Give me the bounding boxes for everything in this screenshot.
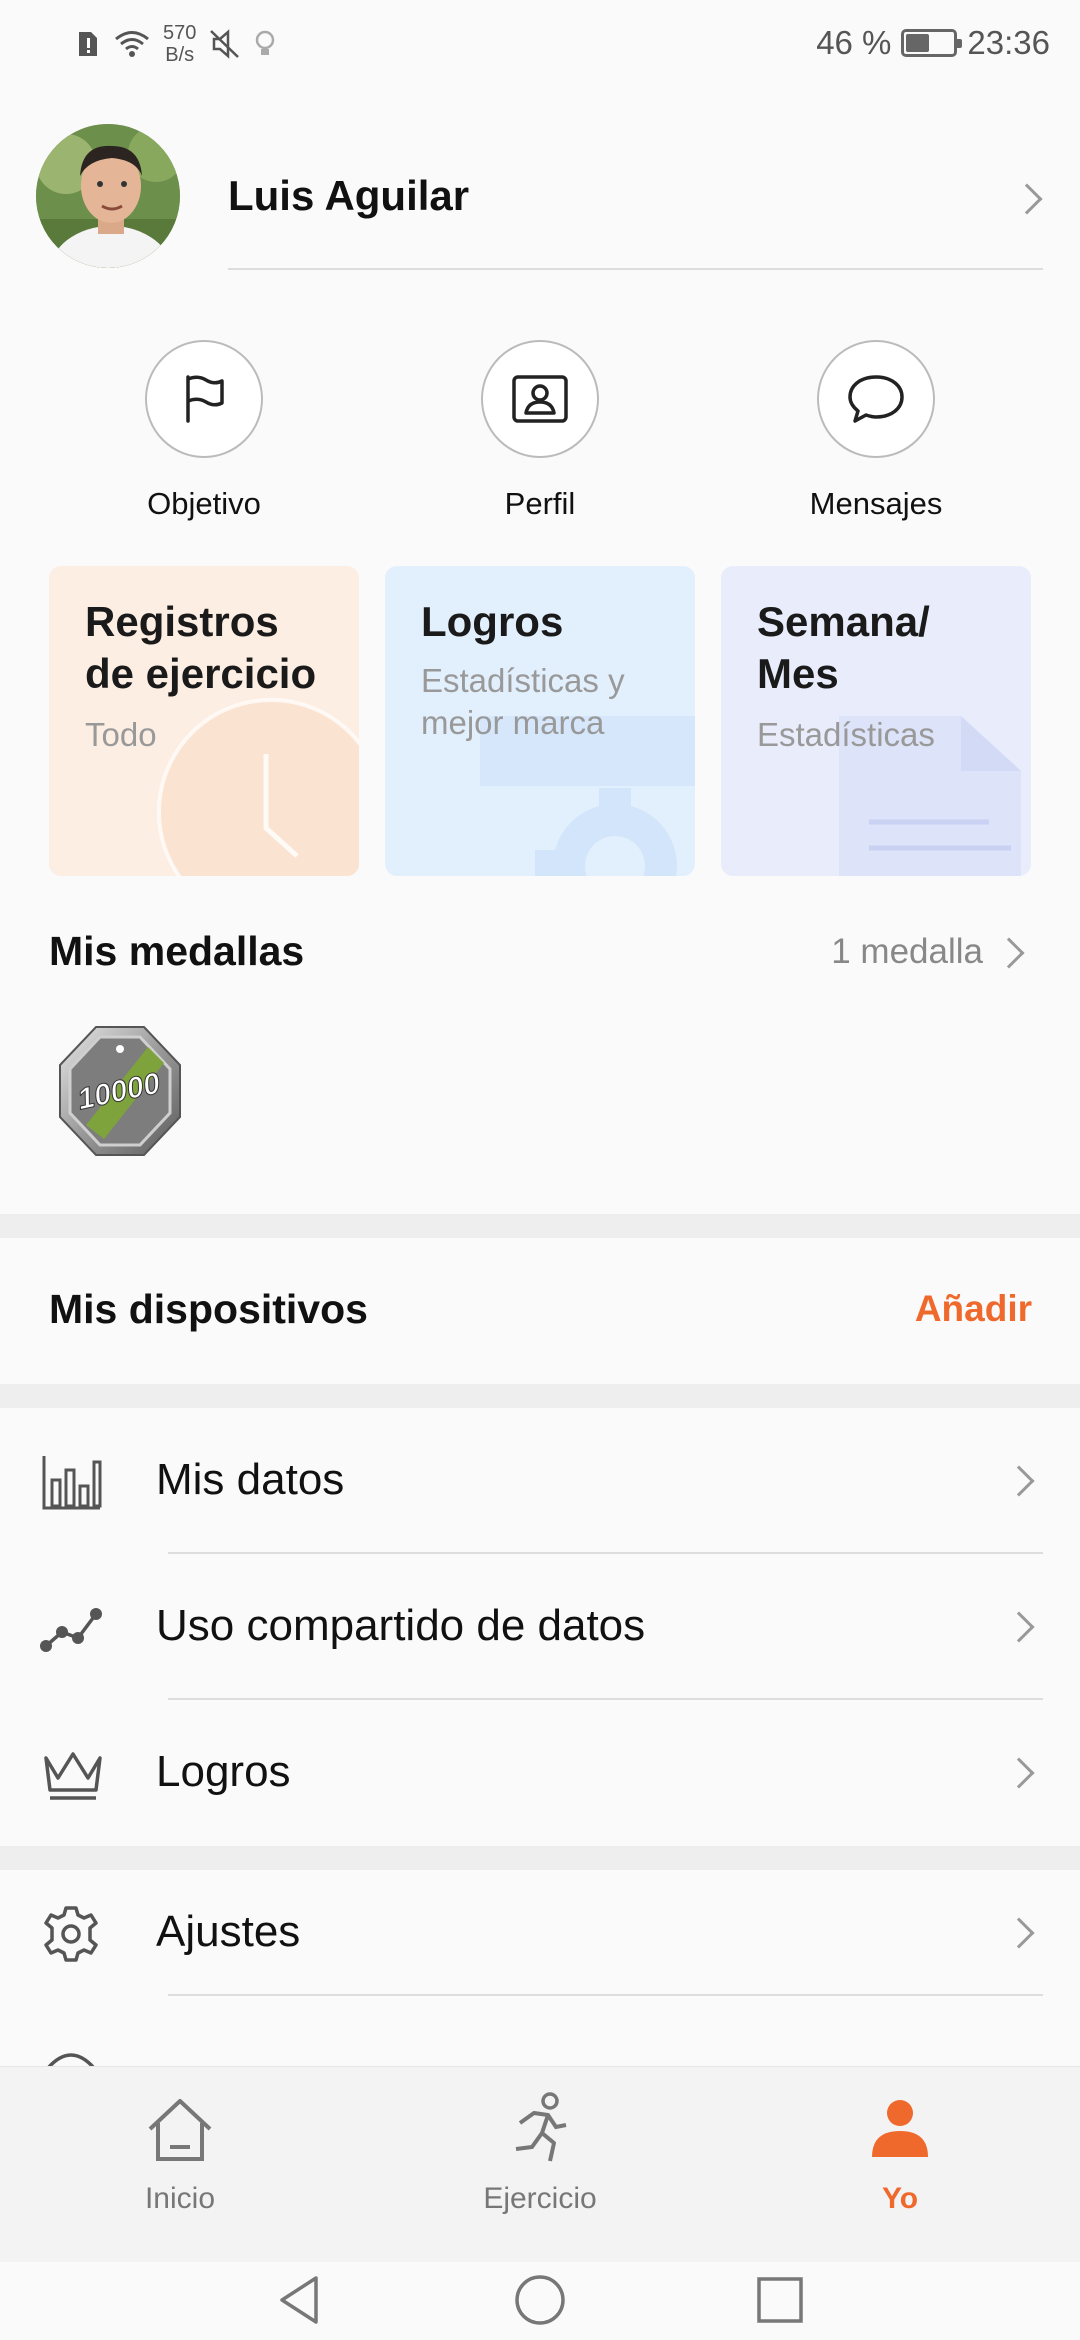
nav-tab-yo[interactable]: Yo [770,2089,1030,2216]
menu-item-ajustes[interactable]: Ajustes [0,1870,1080,2016]
menu-item-mis-datos[interactable]: Mis datos [0,1408,1080,1554]
chevron-right-icon [1003,1917,1035,1949]
home-icon [148,2099,212,2161]
system-nav-bar [0,2262,1080,2340]
back-icon[interactable] [270,2270,330,2330]
profile-name: Luis Aguilar [228,172,470,219]
menu-item-logros[interactable]: Logros [0,1700,1080,1846]
status-icons-right: 46 % 23:36 [816,24,1050,62]
menu-label: Mis datos [156,1455,345,1504]
add-device-button[interactable]: Añadir [915,1288,1032,1330]
share-graph-icon [40,1608,102,1652]
nav-tab-inicio[interactable]: Inicio [50,2089,310,2216]
quick-action-label: Objetivo [147,486,261,521]
nav-tab-ejercicio[interactable]: Ejercicio [410,2089,670,2216]
chevron-right-icon [1003,1465,1035,1497]
chevron-right-icon [1003,1757,1035,1789]
profile-row[interactable]: Luis Aguilar [0,120,1080,270]
quick-action-label: Perfil [504,486,576,521]
section-separator [0,1214,1080,1238]
person-icon [872,2100,928,2157]
network-speed: 570 B/s [163,22,196,66]
chevron-right-icon [1011,183,1043,215]
medal-count-link[interactable]: 1 medalla [831,932,983,972]
card-title-line: Registros [85,598,279,645]
quick-action-mensajes[interactable]: Mensajes [726,340,1026,522]
card-title: Registros de ejercicio [85,596,316,700]
card-subtitle: Estadísticas y mejor marca [421,660,625,744]
quick-action-perfil[interactable]: Perfil [390,340,690,522]
network-speed-unit: B/s [165,44,195,66]
card-achievements[interactable]: Logros Estadísticas y mejor marca [385,566,695,876]
card-title-line: Semana/ [757,598,930,645]
gear-icon [44,1906,98,1962]
profile-card-icon [512,375,568,423]
medals-title: Mis medallas [49,928,305,974]
running-icon [515,2092,567,2162]
home-circle-icon[interactable] [510,2270,570,2330]
menu-label: Ajustes [156,1907,301,1956]
section-separator [0,1846,1080,1870]
alert-icon [79,32,97,56]
card-title: Logros [421,598,564,645]
menu-label: Uso compartido de datos [156,1601,646,1650]
chevron-right-icon [1003,1611,1035,1643]
card-subtitle-line: mejor marca [421,704,605,741]
card-title-line: de ejercicio [85,650,317,697]
card-subtitle-line: Estadísticas y [421,662,625,699]
section-separator [0,1384,1080,1408]
bulb-icon [256,30,275,55]
avatar[interactable] [36,124,180,268]
clock: 23:36 [967,24,1050,61]
mute-icon [210,29,240,59]
quick-action-objetivo[interactable]: Objetivo [54,340,354,522]
battery-level [906,34,930,52]
devices-title: Mis dispositivos [49,1286,368,1332]
battery-percent: 46 % [816,24,892,61]
bar-chart-icon [42,1456,102,1510]
divider [168,1994,1043,1996]
card-week-month[interactable]: Semana/ Mes Estadísticas [721,566,1031,876]
flag-icon [186,375,224,423]
battery-icon [901,29,963,57]
status-icons-left: 570 B/s [75,22,276,66]
card-subtitle: Estadísticas [757,716,935,753]
divider [228,268,1043,270]
crown-icon [44,1752,102,1800]
card-title-line: Mes [757,650,839,697]
nav-label: Inicio [144,2182,216,2215]
wifi-icon [115,31,149,57]
card-exercise-records[interactable]: Registros de ejercicio Todo [49,566,359,876]
chevron-right-icon [993,937,1025,969]
card-subtitle: Todo [85,716,157,753]
network-speed-value: 570 [163,22,197,44]
card-title: Semana/ Mes [757,596,930,700]
nav-label: Yo [881,2182,919,2215]
bottom-nav: Inicio Ejercicio Yo [0,2066,1080,2262]
quick-action-label: Mensajes [809,486,943,521]
nav-label: Ejercicio [483,2182,597,2215]
recents-square-icon[interactable] [750,2270,810,2330]
devices-section: Mis dispositivos Añadir [0,1238,1080,1384]
medal-10000-steps[interactable]: 10000 [56,1025,184,1157]
menu-item-uso-compartido[interactable]: Uso compartido de datos [0,1554,1080,1700]
chat-bubble-icon [848,375,904,423]
status-bar: 570 B/s 46 % 23:36 [0,0,1080,90]
menu-label: Logros [156,1747,291,1796]
